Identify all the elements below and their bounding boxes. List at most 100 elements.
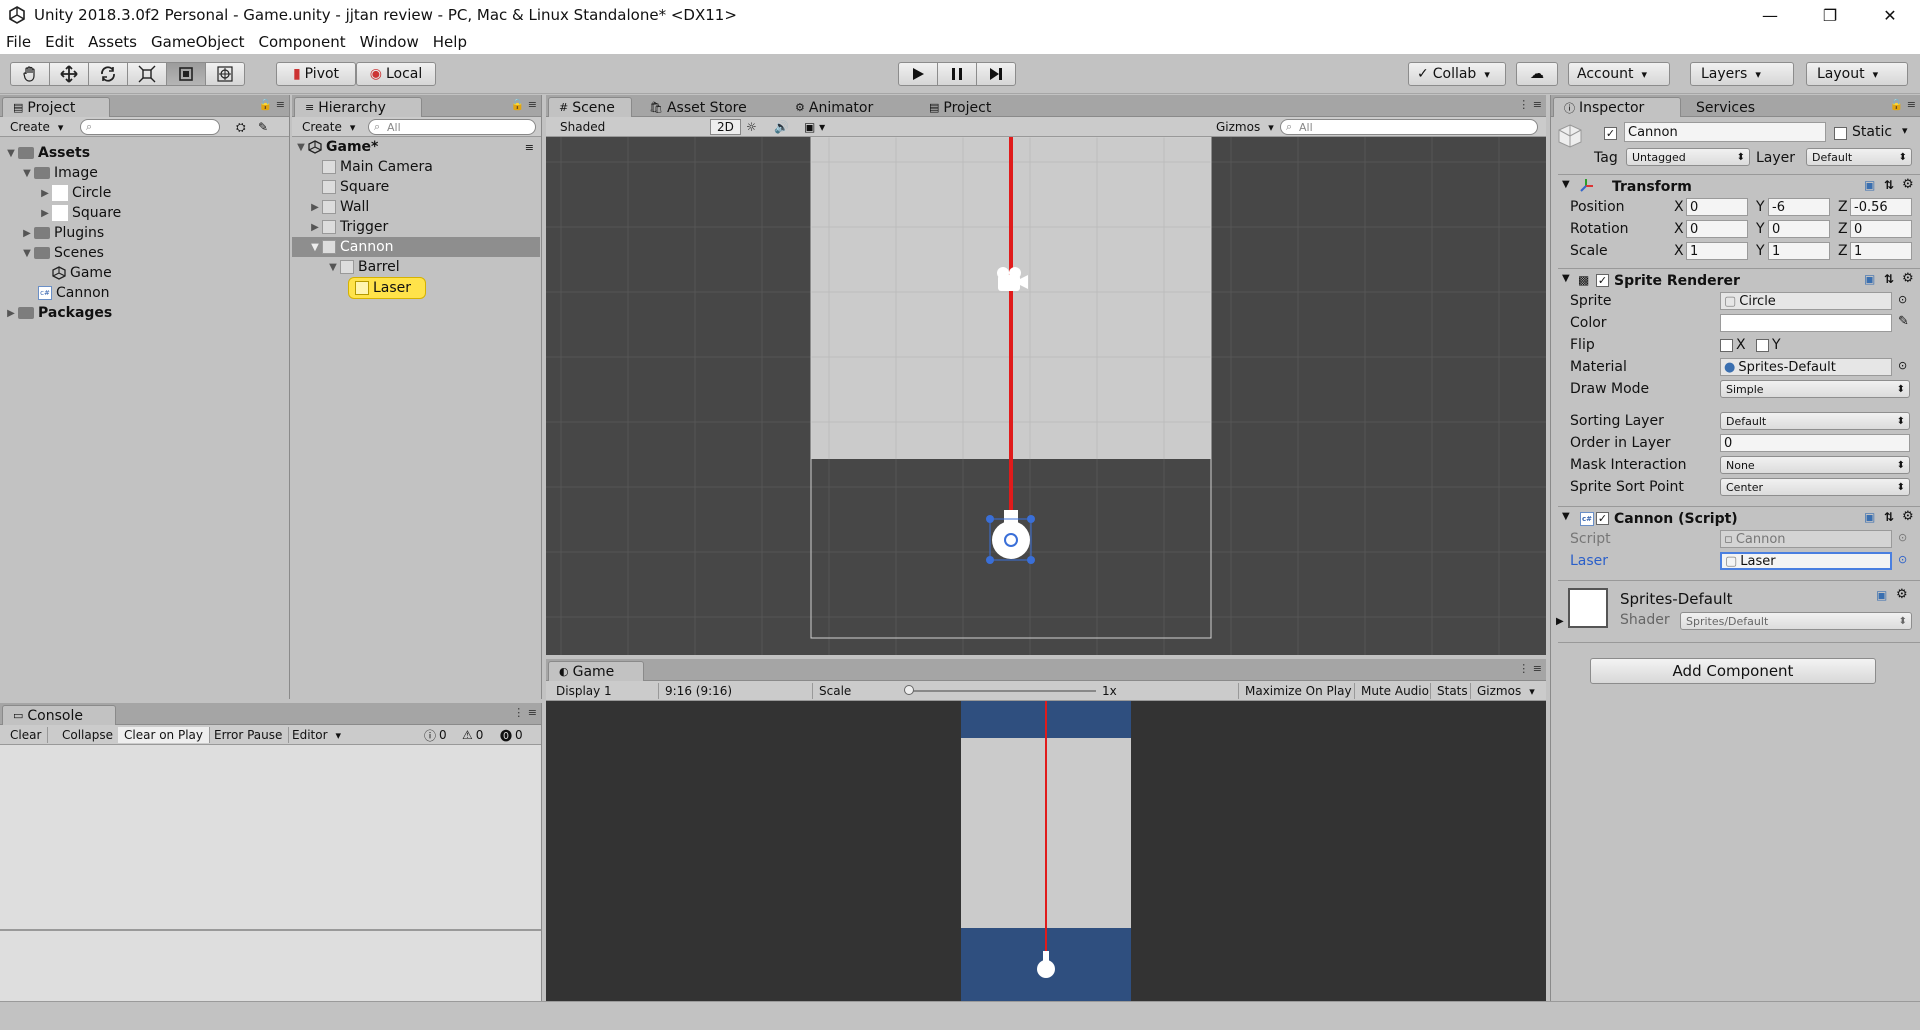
expand-arrow-icon[interactable]: ▼ (326, 262, 340, 273)
order-in-layer-field[interactable]: 0 (1720, 434, 1910, 452)
rotation-x-field[interactable]: 0 (1686, 220, 1748, 238)
expand-arrow-icon[interactable]: ▶ (308, 222, 322, 233)
console-detail[interactable] (0, 931, 541, 1001)
menu-file[interactable]: File (6, 33, 31, 51)
position-z-field[interactable]: -0.56 (1850, 198, 1912, 216)
tree-item-game-scene[interactable]: Game (52, 263, 112, 283)
rotate-tool-button[interactable] (88, 62, 128, 86)
project-search-input[interactable]: ⌕ (80, 119, 220, 135)
account-dropdown[interactable]: Account (1568, 62, 1670, 86)
sorting-layer-dropdown[interactable]: Default (1720, 412, 1910, 430)
shading-mode-dropdown[interactable]: Shaded (554, 119, 704, 135)
preset-icon[interactable]: ⇅ (1884, 178, 1894, 192)
restore-button[interactable]: ❐ (1800, 0, 1860, 30)
tab-project[interactable]: ▤ Project (2, 97, 110, 117)
stats-toggle[interactable]: Stats (1430, 683, 1474, 699)
fold-arrow-icon[interactable]: ▼ (1562, 179, 1570, 190)
console-log-count[interactable]: ⓘ 0 (418, 727, 453, 743)
pause-button[interactable] (937, 62, 977, 86)
scale-slider-thumb[interactable] (904, 685, 914, 695)
panel-menu-icon[interactable]: ⋮ ≡ (1518, 662, 1542, 675)
display-dropdown[interactable]: Display 1 (550, 683, 650, 699)
tab-inspector[interactable]: ⓘ Inspector (1553, 97, 1681, 117)
tab-console[interactable]: ▭ Console (2, 705, 116, 725)
tree-item-square[interactable]: ▶ Square (38, 203, 121, 223)
expand-arrow-icon[interactable]: ▼ (4, 148, 18, 159)
tree-item-scenes[interactable]: ▼ Scenes (20, 243, 104, 263)
gear-icon[interactable]: ⚙ (1902, 509, 1914, 524)
position-y-field[interactable]: -6 (1768, 198, 1830, 216)
scene-root-game[interactable]: ▼ Game* ≡ (294, 137, 540, 157)
hierarchy-create-button[interactable]: Create (296, 119, 361, 135)
axis-z-label[interactable]: Z (1838, 221, 1848, 237)
layout-dropdown[interactable]: Layout (1806, 62, 1908, 86)
move-tool-button[interactable] (49, 62, 89, 86)
maximize-on-play-toggle[interactable]: Maximize On Play (1238, 683, 1358, 699)
scale-tool-button[interactable] (127, 62, 167, 86)
tab-asset-store[interactable]: 🛍 Asset Store (638, 97, 758, 117)
console-collapse-toggle[interactable]: Collapse (56, 727, 120, 743)
scale-x-field[interactable]: 1 (1686, 242, 1748, 260)
scene-gizmos-dropdown[interactable]: Gizmos (1210, 119, 1280, 135)
pivot-toggle[interactable]: ▮ Pivot (276, 62, 356, 86)
cannon-sprite[interactable] (992, 521, 1030, 559)
console-editor-dropdown[interactable]: Editor (286, 727, 347, 743)
laser-object-field[interactable]: ▢ Laser (1720, 552, 1892, 570)
console-log-list[interactable] (0, 745, 541, 929)
expand-arrow-icon[interactable]: ▼ (308, 242, 322, 253)
play-button[interactable] (898, 62, 938, 86)
expand-arrow-icon[interactable]: ▼ (294, 142, 308, 153)
fold-arrow-icon[interactable]: ▼ (1562, 273, 1570, 284)
transform-header[interactable]: ▼ Transform ▣ ⇅ ⚙ (1558, 174, 1920, 198)
expand-arrow-icon[interactable]: ▼ (20, 168, 34, 179)
tree-item-packages[interactable]: ▶ Packages (4, 303, 112, 323)
shader-dropdown[interactable]: Sprites/Default (1680, 612, 1912, 630)
hierarchy-item-laser[interactable]: Laser (348, 277, 427, 299)
collab-dropdown[interactable]: ✓ Collab (1408, 62, 1506, 86)
position-x-field[interactable]: 0 (1686, 198, 1748, 216)
tab-game[interactable]: ◐ Game (548, 661, 644, 681)
audio-toggle-icon[interactable]: 🔊 (768, 119, 795, 135)
tree-item-circle[interactable]: ▶ Circle (38, 183, 111, 203)
axis-x-label[interactable]: X (1674, 199, 1684, 215)
sprite-object-field[interactable]: ▢ Circle (1720, 292, 1892, 310)
project-create-button[interactable]: Create (4, 119, 69, 135)
lighting-toggle-icon[interactable]: ☼ (740, 119, 763, 135)
scene-search-input[interactable]: ⌕ All (1280, 119, 1538, 135)
gear-icon[interactable]: ⚙ (1896, 587, 1908, 602)
scale-slider[interactable] (908, 690, 1096, 692)
tab-animator[interactable]: ⚙ Animator (784, 97, 884, 117)
filter-type-icon[interactable]: ⛭ (230, 119, 252, 135)
panel-menu-icon[interactable]: 🔒 ≡ (259, 98, 285, 111)
hierarchy-item-trigger[interactable]: ▶ Trigger (308, 217, 388, 237)
panel-menu-icon[interactable]: ⋮ ≡ (1518, 98, 1542, 111)
menu-window[interactable]: Window (360, 33, 419, 51)
tree-item-image[interactable]: ▼ Image (20, 163, 98, 183)
fold-arrow-icon[interactable]: ▼ (1562, 511, 1570, 522)
static-dropdown-icon[interactable]: ▾ (1902, 124, 1908, 137)
hand-tool-button[interactable] (10, 62, 50, 86)
tree-item-plugins[interactable]: ▶ Plugins (20, 223, 104, 243)
tree-item-cannon-script[interactable]: c# Cannon (38, 283, 110, 303)
console-error-pause-toggle[interactable]: Error Pause (208, 727, 290, 743)
help-book-icon[interactable]: ▣ (1876, 588, 1887, 602)
transform-tool-button[interactable] (205, 62, 245, 86)
console-clear-on-play-toggle[interactable]: Clear on Play (118, 727, 210, 743)
filter-label-icon[interactable]: ✎ (252, 119, 274, 135)
cannon-script-enabled-checkbox[interactable]: ✓ (1596, 512, 1609, 525)
step-button[interactable] (976, 62, 1016, 86)
gear-icon[interactable]: ⚙ (1902, 177, 1914, 192)
panel-menu-icon[interactable]: 🔒 ≡ (511, 98, 537, 111)
console-error-count[interactable]: ⓿0 (494, 727, 529, 743)
tab-hierarchy[interactable]: ≡ Hierarchy (294, 97, 422, 117)
expand-arrow-icon[interactable]: ▶ (20, 228, 34, 239)
menu-edit[interactable]: Edit (45, 33, 74, 51)
layer-dropdown[interactable]: Default (1806, 148, 1912, 166)
local-toggle[interactable]: ◉ Local (356, 62, 436, 86)
sprite-sort-point-dropdown[interactable]: Center (1720, 478, 1910, 496)
expand-arrow-icon[interactable]: ▼ (20, 248, 34, 259)
tab-services[interactable]: Services (1685, 97, 1766, 117)
aspect-dropdown[interactable]: 9:16 (9:16) (658, 683, 808, 699)
axis-z-label[interactable]: Z (1838, 199, 1848, 215)
sprite-renderer-header[interactable]: ▼ ▩ ✓ Sprite Renderer ▣ ⇅ ⚙ (1558, 268, 1920, 292)
